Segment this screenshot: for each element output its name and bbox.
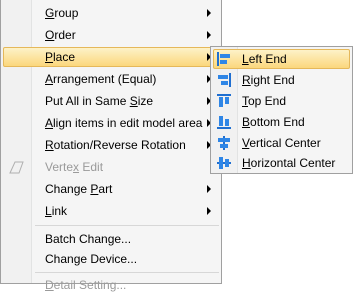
- menu-item-label: Detail Setting...: [45, 278, 127, 292]
- menu-item-label: Change Device...: [45, 252, 138, 266]
- align-vertical-center-icon: [218, 136, 230, 150]
- vertex-edit-icon: [9, 161, 24, 174]
- submenu-arrow-icon: [207, 207, 211, 215]
- submenu-item-label: Vertical Center: [242, 136, 321, 150]
- submenu-item-left-end[interactable]: Left End: [213, 49, 350, 69]
- menu-item-label: Arrangement (Equal): [45, 72, 157, 86]
- context-menu: Group Order Place Arrangement (Equal) Pu…: [0, 0, 222, 292]
- submenu-item-horizontal-center[interactable]: Horizontal Center: [213, 153, 350, 173]
- menu-item-label: Change Part: [45, 182, 113, 196]
- submenu-item-vertical-center[interactable]: Vertical Center: [213, 133, 350, 153]
- menu-item-label: Rotation/Reverse Rotation: [45, 138, 186, 152]
- menu-item-label: Group: [45, 6, 79, 20]
- submenu-item-label: Horizontal Center: [242, 156, 336, 170]
- menu-item-align-items[interactable]: Align items in edit model area: [3, 113, 219, 133]
- menu-item-place[interactable]: Place: [3, 47, 219, 67]
- submenu-item-top-end[interactable]: Top End: [213, 91, 350, 111]
- align-bottom-icon: [217, 116, 231, 129]
- submenu-arrow-icon: [207, 31, 211, 39]
- menu-item-group[interactable]: Group: [3, 3, 219, 23]
- menu-item-change-device[interactable]: Change Device...: [3, 249, 219, 269]
- menu-item-label: Align items in edit model area: [45, 116, 203, 130]
- menu-separator: [35, 225, 219, 226]
- menu-item-change-part[interactable]: Change Part: [3, 179, 219, 199]
- menu-item-link[interactable]: Link: [3, 201, 219, 221]
- submenu-item-label: Right End: [242, 73, 295, 87]
- submenu-item-label: Left End: [242, 52, 287, 66]
- align-horizontal-center-icon: [217, 157, 231, 169]
- submenu-arrow-icon: [207, 185, 211, 193]
- submenu-arrow-icon: [207, 9, 211, 17]
- menu-item-label: Batch Change...: [45, 232, 132, 246]
- submenu-item-label: Top End: [242, 94, 287, 108]
- menu-item-label: Place: [45, 50, 76, 64]
- align-top-icon: [217, 94, 231, 107]
- menu-item-put-all-same-size[interactable]: Put All in Same Size: [3, 91, 219, 111]
- menu-item-detail-setting: Detail Setting...: [3, 275, 219, 295]
- menu-item-vertex-edit: Vertex Edit: [3, 157, 219, 177]
- menu-item-batch-change[interactable]: Batch Change...: [3, 229, 219, 249]
- menu-item-label: Link: [45, 204, 68, 218]
- place-submenu: Left End Right End Top End Bottom End Ve…: [210, 46, 353, 174]
- menu-item-order[interactable]: Order: [3, 25, 219, 45]
- submenu-item-right-end[interactable]: Right End: [213, 70, 350, 90]
- submenu-item-label: Bottom End: [242, 115, 305, 129]
- menu-item-arrangement-equal[interactable]: Arrangement (Equal): [3, 69, 219, 89]
- menu-item-label: Put All in Same Size: [45, 94, 154, 108]
- submenu-item-bottom-end[interactable]: Bottom End: [213, 112, 350, 132]
- menu-item-label: Order: [45, 28, 76, 42]
- align-left-icon: [217, 52, 230, 66]
- menu-item-rotation[interactable]: Rotation/Reverse Rotation: [3, 135, 219, 155]
- menu-item-label: Vertex Edit: [45, 160, 104, 174]
- menu-separator: [35, 272, 219, 273]
- align-right-icon: [218, 73, 231, 87]
